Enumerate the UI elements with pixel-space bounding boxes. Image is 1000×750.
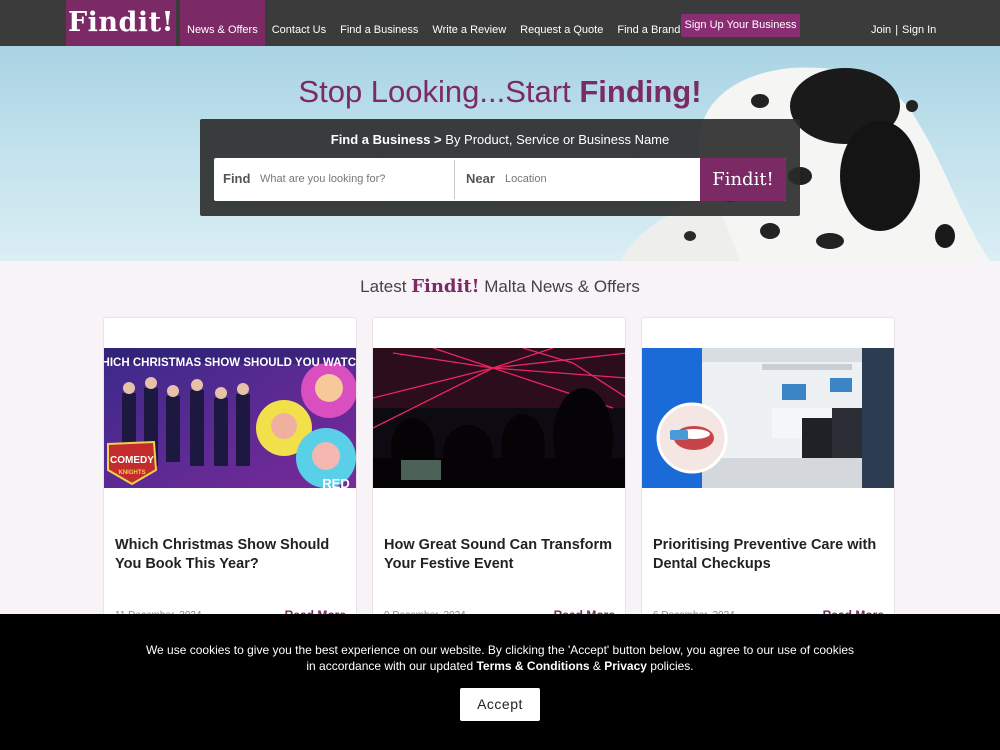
cookie-line2-pre: in accordance with our updated <box>306 659 477 673</box>
news-card-great-sound[interactable]: How Great Sound Can Transform Your Festi… <box>372 317 626 637</box>
section-title-prefix: Latest <box>360 277 412 296</box>
nav-links: News & Offers Contact Us Find a Business… <box>180 0 687 46</box>
dental-clinic-image[interactable] <box>642 348 894 488</box>
join-link[interactable]: Join <box>871 24 891 36</box>
terms-link[interactable]: Terms & Conditions <box>476 659 589 673</box>
hero-banner: Stop Looking...Start Finding! Find a Bus… <box>0 46 1000 261</box>
cookie-line1: We use cookies to give you the best expe… <box>145 643 855 657</box>
top-nav: Findit! News & Offers Contact Us Find a … <box>0 0 1000 46</box>
signup-business-button[interactable]: Sign Up Your Business <box>681 14 800 37</box>
search-heading: Find a Business > By Product, Service or… <box>200 132 800 147</box>
find-label: Find <box>223 171 251 186</box>
christmas-image-headline: WHICH CHRISTMAS SHOW SHOULD YOU WATCH? <box>104 357 357 369</box>
nav-link-news-offers[interactable]: News & Offers <box>180 0 265 46</box>
hero-title-part2: Finding! <box>579 74 702 109</box>
news-card-dental[interactable]: Prioritising Preventive Care with Dental… <box>641 317 895 637</box>
auth-links: Join | Sign In <box>871 24 936 36</box>
section-title-brand: Findit! <box>411 276 480 297</box>
nav-link-find-business[interactable]: Find a Business <box>333 0 425 46</box>
cookie-text: We use cookies to give you the best expe… <box>0 642 1000 674</box>
cookie-line2-post: policies. <box>646 659 694 673</box>
comedy-badge-line1: COMEDY <box>110 455 154 466</box>
location-input[interactable] <box>505 168 693 190</box>
search-box: Find Near Findit! <box>214 158 786 201</box>
image-corner-text: RED <box>322 476 349 488</box>
near-label: Near <box>466 171 495 186</box>
search-panel: Find a Business > By Product, Service or… <box>200 119 800 216</box>
section-title: Latest Findit! Malta News & Offers <box>0 276 1000 297</box>
hero-title-part1: Stop Looking...Start <box>298 74 580 109</box>
findit-search-button[interactable]: Findit! <box>700 158 786 201</box>
cookie-line2: in accordance with our updated Terms & C… <box>0 658 1000 674</box>
news-card-christmas-show[interactable]: WHICH CHRISTMAS SHOW SHOULD YOU WATCH? C… <box>103 317 357 637</box>
auth-separator: | <box>895 24 899 36</box>
search-divider <box>454 160 455 199</box>
accept-cookies-button[interactable]: Accept <box>460 688 540 721</box>
christmas-show-image[interactable]: WHICH CHRISTMAS SHOW SHOULD YOU WATCH? C… <box>104 348 357 488</box>
find-input[interactable] <box>260 168 448 190</box>
hero-title: Stop Looking...Start Finding! <box>0 74 1000 110</box>
findit-logo[interactable]: Findit! <box>66 0 176 46</box>
search-heading-rest: By Product, Service or Business Name <box>441 132 670 147</box>
section-title-suffix: Malta News & Offers <box>479 277 640 296</box>
card-title[interactable]: Which Christmas Show Should You Book Thi… <box>115 536 347 574</box>
card-title[interactable]: How Great Sound Can Transform Your Festi… <box>384 536 616 574</box>
nav-link-contact-us[interactable]: Contact Us <box>265 0 333 46</box>
nav-link-write-review[interactable]: Write a Review <box>425 0 513 46</box>
signin-link[interactable]: Sign In <box>902 24 936 36</box>
search-heading-bold: Find a Business > <box>330 132 442 147</box>
card-title[interactable]: Prioritising Preventive Care with Dental… <box>653 536 885 574</box>
cookie-amp: & <box>589 659 605 673</box>
nav-link-find-brand[interactable]: Find a Brand <box>610 0 687 46</box>
privacy-link[interactable]: Privacy <box>604 659 647 673</box>
cookie-banner: We use cookies to give you the best expe… <box>0 614 1000 750</box>
comedy-badge-line2: KNIGHTS <box>119 470 146 476</box>
nav-link-request-quote[interactable]: Request a Quote <box>513 0 610 46</box>
concert-lasers-image[interactable] <box>373 348 625 488</box>
